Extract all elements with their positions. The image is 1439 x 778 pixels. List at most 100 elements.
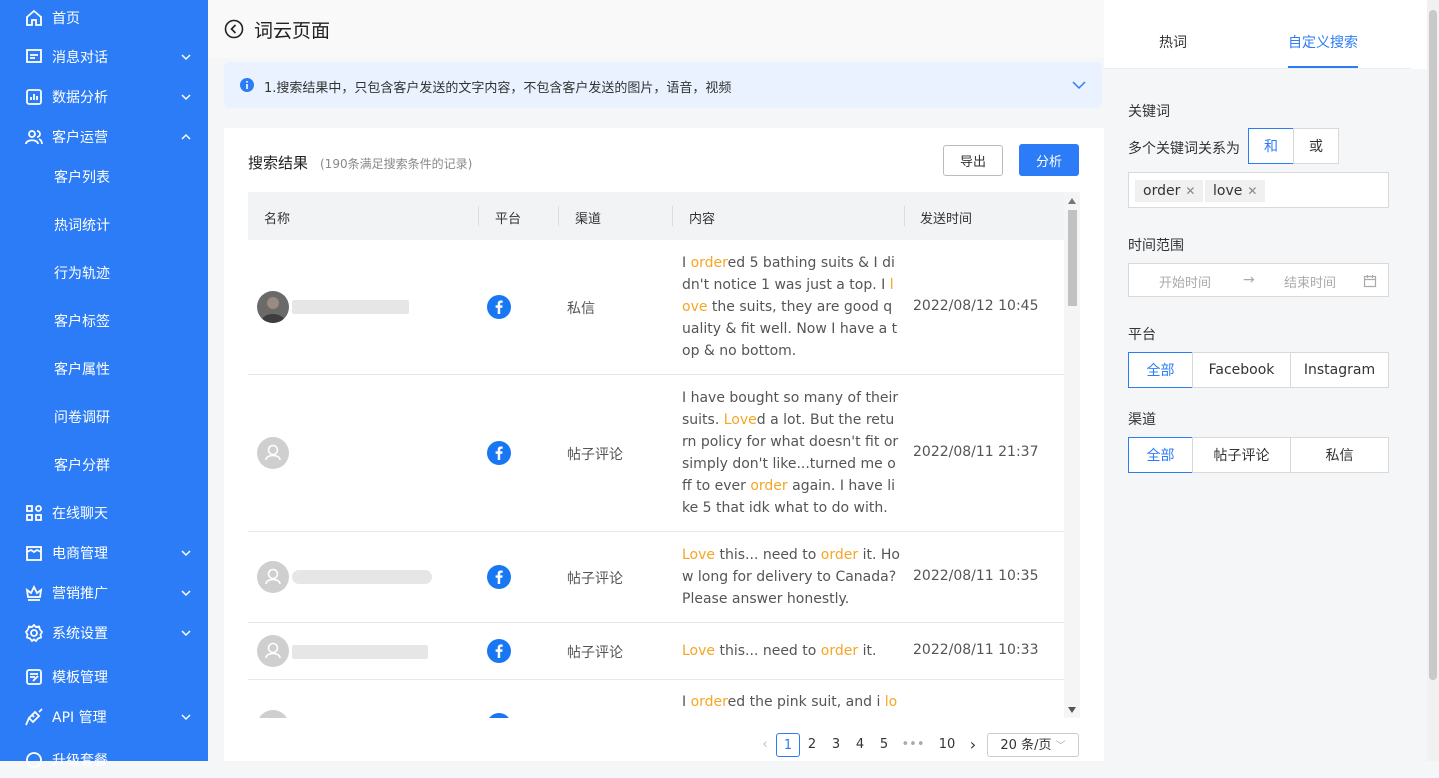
blurred-name [292, 300, 409, 314]
nav-customer-ops[interactable]: 客户运营 [0, 119, 208, 155]
time-cell: 2022/08/11 10:35 [913, 568, 1039, 584]
nav-upgrade[interactable]: 升级套餐 [0, 742, 208, 778]
table-scrollbar[interactable] [1064, 192, 1080, 718]
nav-label: API 管理 [52, 710, 107, 726]
content-text: I [682, 694, 691, 710]
page-scrollbar[interactable] [1427, 0, 1439, 761]
keyword-tag: order ✕ [1135, 180, 1204, 202]
channel-post-comments-button[interactable]: 帖子评论 [1192, 437, 1291, 473]
analyze-button[interactable]: 分析 [1019, 144, 1079, 176]
tab-custom-search[interactable]: 自定义搜索 [1288, 32, 1358, 52]
nav-customer-list[interactable]: 客户列表 [0, 159, 208, 195]
nav-label: 系统设置 [52, 626, 108, 642]
page-title: 词云页面 [254, 20, 331, 42]
start-date-input[interactable]: 开始时间 [1159, 272, 1211, 291]
nav-behavior-track[interactable]: 行为轨迹 [0, 255, 208, 291]
content-text: I [682, 255, 691, 271]
nav-marketing[interactable]: 营销推广 [0, 575, 208, 611]
relation-and-button[interactable]: 和 [1248, 128, 1294, 164]
notice-banner[interactable]: 1.搜索结果中，只包含客户发送的文字内容，不包含客户发送的图片，语音，视频 [224, 62, 1102, 108]
date-range-picker[interactable]: 开始时间 → 结束时间 [1128, 263, 1389, 297]
blurred-name [292, 645, 428, 659]
content-text: this... need to [715, 643, 821, 659]
nav-label: 客户标签 [54, 314, 110, 330]
results-title: 搜索结果 [248, 154, 309, 172]
nav-segments[interactable]: 客户分群 [0, 447, 208, 483]
back-icon[interactable] [224, 19, 244, 39]
page-4[interactable]: 4 [852, 733, 868, 757]
keyword-tags-input[interactable]: order ✕ love ✕ [1128, 172, 1389, 208]
nav-label: 客户运营 [52, 130, 108, 146]
page-1[interactable]: 1 [776, 733, 800, 757]
shop-icon [26, 546, 42, 561]
remove-tag-icon[interactable]: ✕ [1185, 184, 1195, 198]
time-cell: 2022/08/11 10:33 [913, 642, 1039, 658]
page-scroll-thumb[interactable] [1429, 10, 1437, 680]
export-button[interactable]: 导出 [943, 145, 1003, 176]
nav-label: 电商管理 [52, 546, 108, 562]
page-3[interactable]: 3 [828, 733, 844, 757]
notice-text: 1.搜索结果中，只包含客户发送的文字内容，不包含客户发送的图片，语音，视频 [264, 81, 732, 96]
nav-customer-tags[interactable]: 客户标签 [0, 303, 208, 339]
table-row[interactable]: 帖子评论 Love this... need to order it. 2022… [248, 623, 1064, 680]
channel-cell: 帖子评论 [567, 447, 623, 463]
nav-api[interactable]: API 管理 [0, 699, 208, 735]
page-ellipsis[interactable]: ••• [900, 733, 926, 757]
relation-or-button[interactable]: 或 [1293, 128, 1339, 164]
nav-templates[interactable]: 模板管理 [0, 659, 208, 695]
nav-messages[interactable]: 消息对话 [0, 39, 208, 75]
nav-ecommerce[interactable]: 电商管理 [0, 535, 208, 571]
nav-home[interactable]: 首页 [0, 0, 208, 36]
nav-hotword-stats[interactable]: 热词统计 [0, 207, 208, 243]
keyword-highlight: Love [682, 643, 716, 659]
search-panel: 热词 自定义搜索 关键词 多个关键词关系为 和 或 order ✕ love ✕ 时… [1104, 0, 1427, 761]
page-size-value: 20 条/页 [1000, 738, 1052, 753]
prev-page-icon[interactable]: ‹ [758, 733, 772, 757]
nav-analytics[interactable]: 数据分析 [0, 79, 208, 115]
remove-tag-icon[interactable]: ✕ [1247, 184, 1257, 198]
nav-settings[interactable]: 系统设置 [0, 615, 208, 651]
table-row[interactable]: 帖子评论 Love this... need to order it. How … [248, 532, 1064, 623]
content-text: the suits, they are good quality & fit w… [682, 299, 898, 359]
page-2[interactable]: 2 [804, 733, 820, 757]
keyword-highlight: Love [723, 412, 757, 428]
nav-live-chat[interactable]: 在线聊天 [0, 495, 208, 531]
platform-all-button[interactable]: 全部 [1128, 352, 1193, 388]
page-header: 词云页面 [208, 0, 1104, 58]
apps-icon [26, 505, 42, 521]
relation-label: 多个关键词关系为 [1128, 141, 1240, 157]
table-row[interactable]: 私信 I ordered 5 bathing suits & I didn't … [248, 240, 1064, 375]
end-date-input[interactable]: 结束时间 [1284, 272, 1336, 291]
calendar-icon [1363, 275, 1377, 288]
scroll-up-icon[interactable] [1068, 198, 1076, 204]
nav-label: 首页 [52, 11, 80, 27]
content-cell: Love this... need to order it. [682, 640, 900, 662]
platform-instagram-button[interactable]: Instagram [1290, 352, 1389, 388]
users-icon [25, 130, 43, 145]
channel-dm-button[interactable]: 私信 [1290, 437, 1389, 473]
platform-facebook-button[interactable]: Facebook [1192, 352, 1291, 388]
nav-customer-attrs[interactable]: 客户属性 [0, 351, 208, 387]
keyword-highlight: Love [682, 547, 716, 563]
content-cell: I ordered 5 bathing suits & I didn't not… [682, 252, 900, 362]
nav-label: 营销推广 [52, 586, 108, 602]
results-count: (190条满足搜索条件的记录) [320, 157, 473, 171]
nav-survey[interactable]: 问卷调研 [0, 399, 208, 435]
keyword-highlight: order [820, 643, 859, 659]
page-10[interactable]: 10 [934, 733, 960, 757]
content-cell: I ordered the pink suit, and i lov [682, 691, 900, 718]
page-size-select[interactable]: 20 条/页 ﹀ [987, 733, 1079, 757]
chevron-down-icon [181, 54, 191, 61]
scroll-thumb[interactable] [1068, 210, 1077, 306]
results-table-body: 私信 I ordered 5 bathing suits & I didn't … [248, 240, 1064, 718]
scroll-down-icon[interactable] [1068, 707, 1076, 713]
table-row[interactable]: I ordered the pink suit, and i lov [248, 680, 1064, 718]
keyword-highlight: order [690, 255, 728, 271]
tab-hotwords[interactable]: 热词 [1159, 32, 1187, 52]
channel-all-button[interactable]: 全部 [1128, 437, 1193, 473]
page-5[interactable]: 5 [876, 733, 892, 757]
chevron-down-icon [181, 630, 191, 637]
chevron-down-icon[interactable] [1072, 79, 1086, 91]
next-page-icon[interactable]: › [966, 733, 980, 757]
table-row[interactable]: 帖子评论 I have bought so many of their suit… [248, 375, 1064, 532]
